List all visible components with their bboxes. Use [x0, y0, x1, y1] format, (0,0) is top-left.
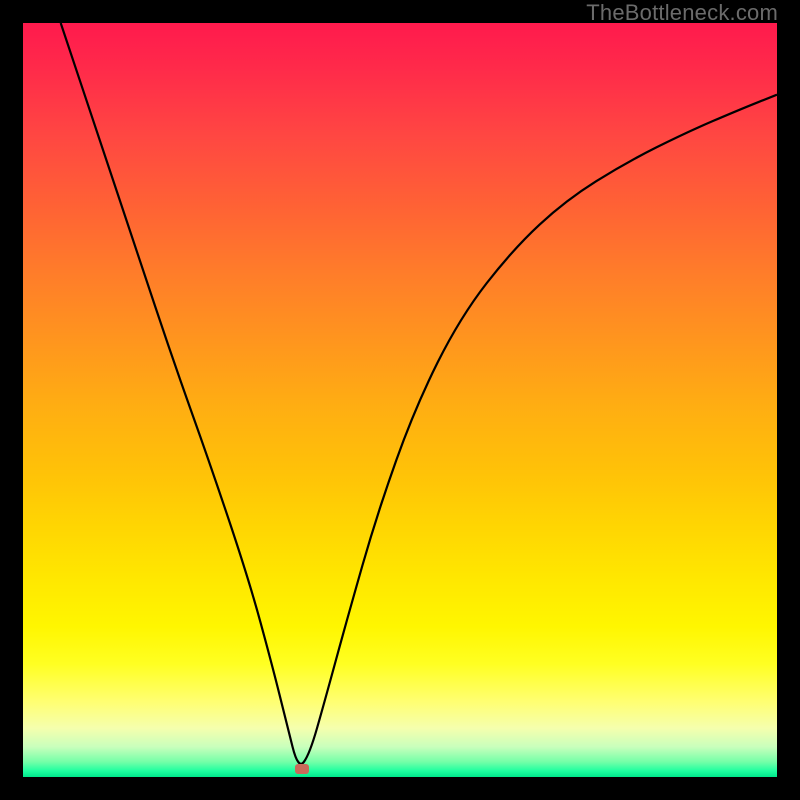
- chart-area: [23, 23, 777, 777]
- watermark-text: TheBottleneck.com: [586, 0, 778, 26]
- curve-svg: [23, 23, 777, 777]
- bottleneck-curve: [61, 23, 777, 764]
- optimal-marker: [295, 764, 309, 774]
